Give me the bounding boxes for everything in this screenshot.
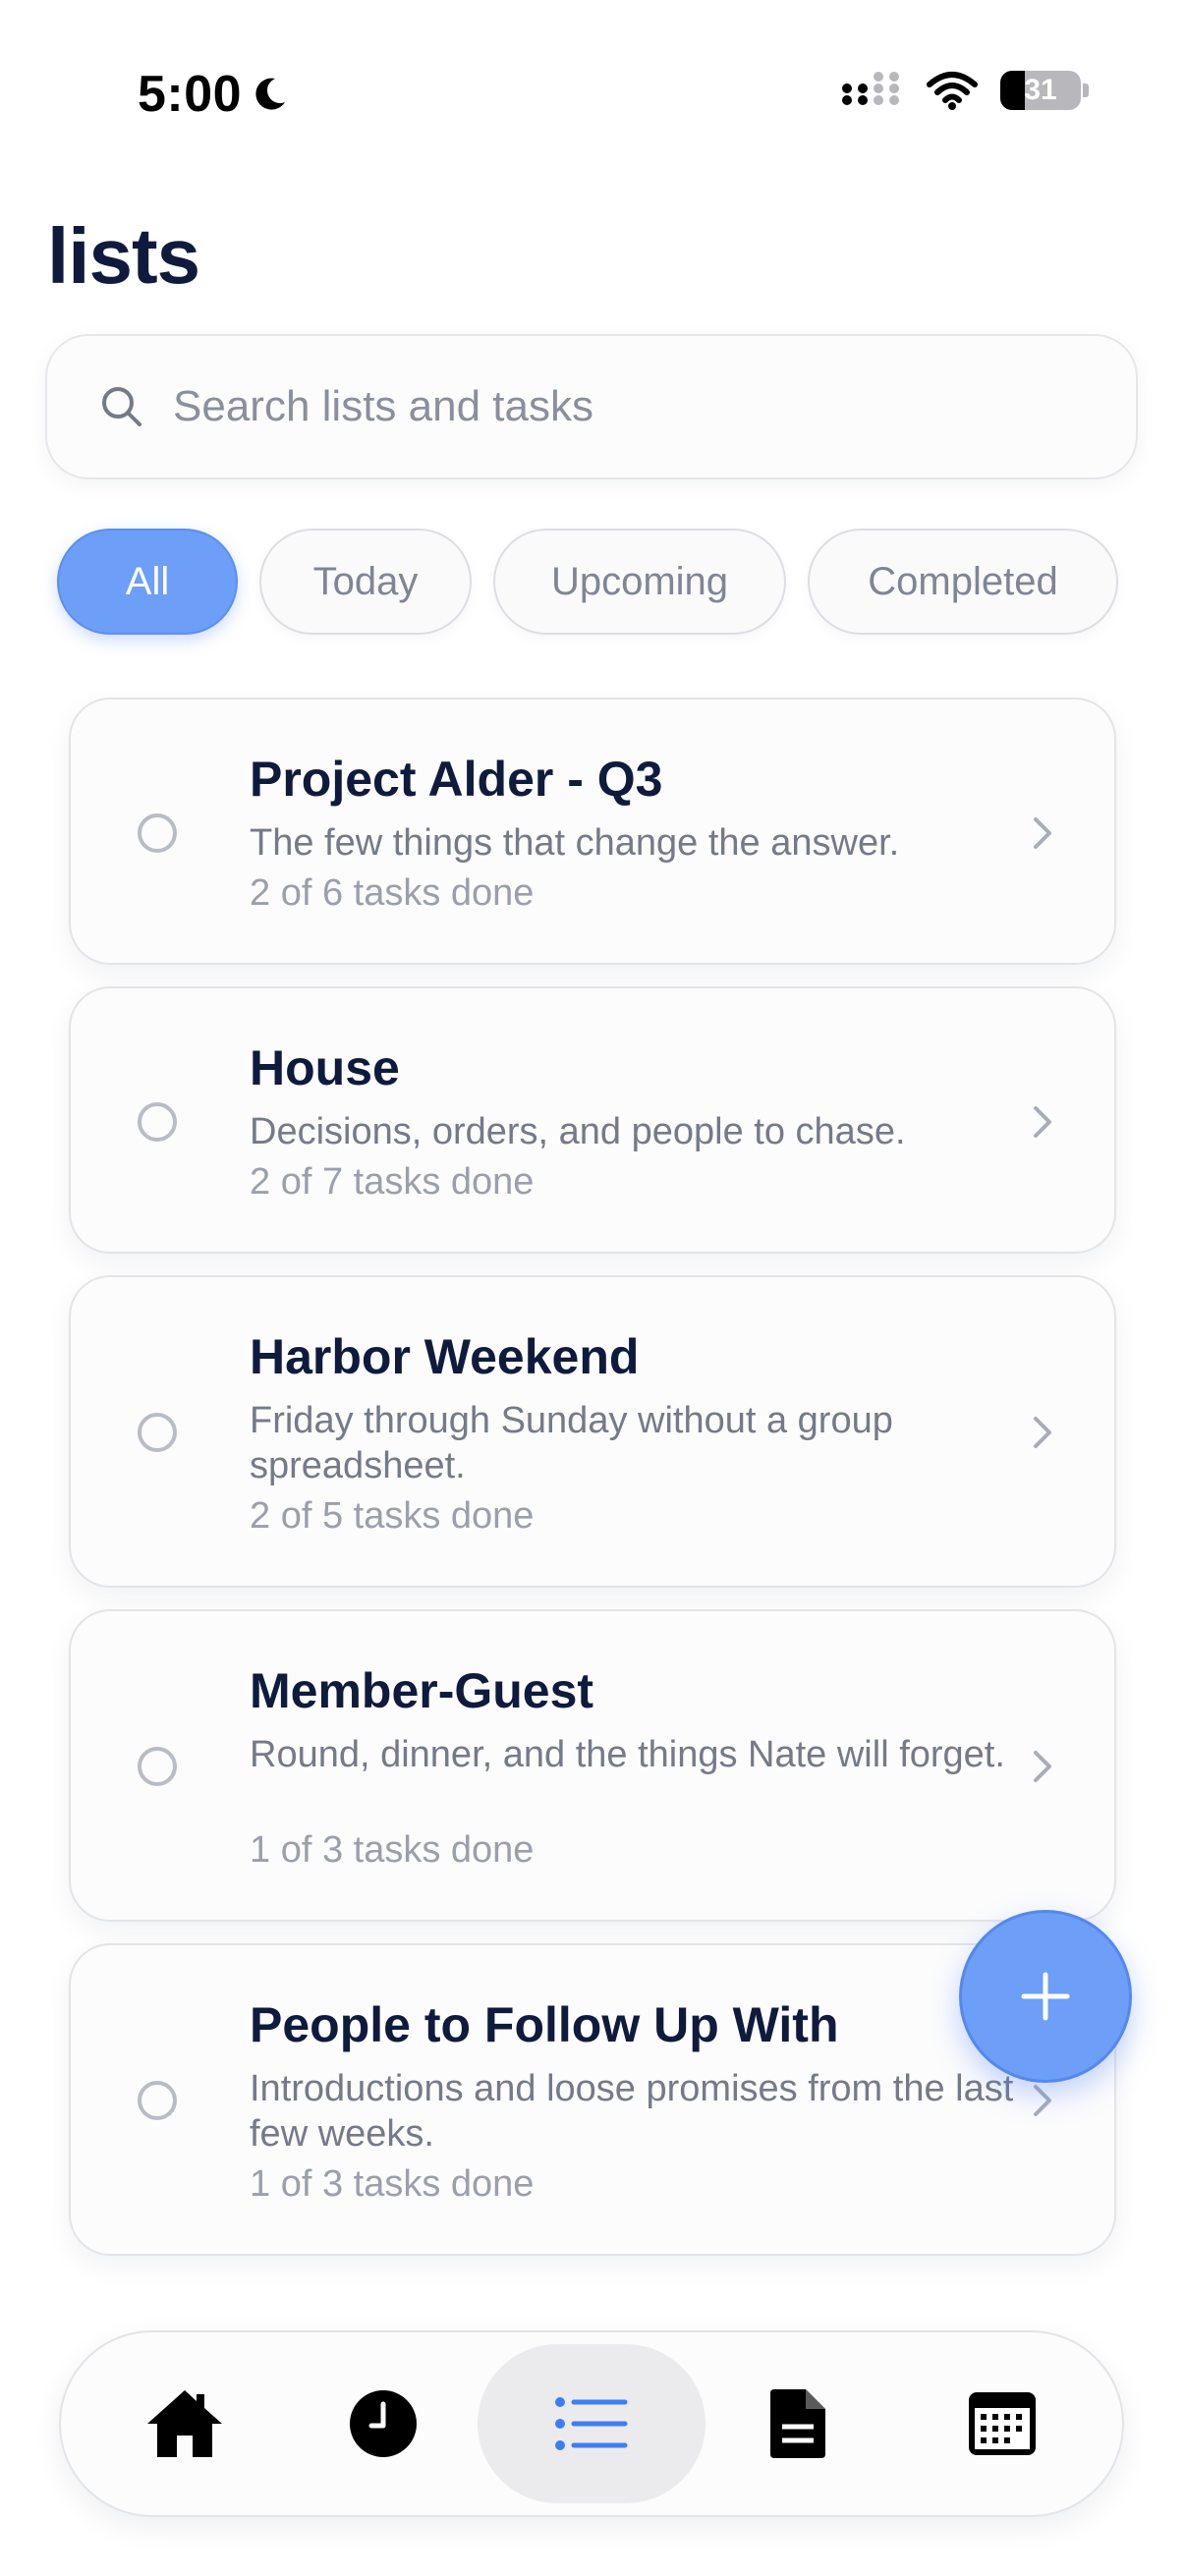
complete-toggle[interactable] bbox=[138, 1747, 177, 1786]
chevron-right-icon bbox=[1034, 817, 1051, 849]
tab-bar bbox=[59, 2330, 1124, 2517]
battery-cap bbox=[1083, 84, 1089, 97]
list-progress: 1 of 3 tasks done bbox=[250, 1829, 535, 1871]
cellular-signal-icon bbox=[842, 72, 899, 105]
list-description: Decisions, orders, and people to chase. bbox=[250, 1111, 906, 1152]
chevron-right-icon bbox=[1034, 1751, 1051, 1782]
list-title: House bbox=[250, 1040, 400, 1095]
status-bar: 5:00 31 bbox=[0, 0, 1185, 187]
moon-icon bbox=[255, 78, 286, 110]
complete-toggle[interactable] bbox=[138, 2081, 177, 2120]
tab-documents[interactable] bbox=[684, 2344, 912, 2503]
list-progress: 1 of 3 tasks done bbox=[250, 2163, 535, 2205]
clock-icon bbox=[350, 2390, 417, 2457]
status-icons: 31 bbox=[841, 71, 1089, 110]
battery-icon: 31 bbox=[1000, 71, 1081, 110]
battery-level: 31 bbox=[1024, 74, 1057, 106]
search-icon bbox=[102, 387, 141, 426]
status-time: 5:00 bbox=[138, 65, 289, 124]
search-bar[interactable] bbox=[45, 334, 1138, 479]
list-description: The few things that change the answer. bbox=[250, 822, 900, 864]
chevron-right-icon bbox=[1034, 1417, 1051, 1448]
list-card[interactable]: Project Alder - Q3 The few things that c… bbox=[69, 698, 1116, 965]
list-description: Introductions and loose promises from th… bbox=[250, 2068, 1014, 2155]
document-icon bbox=[770, 2389, 825, 2458]
tab-home[interactable] bbox=[71, 2344, 299, 2503]
list-icon bbox=[555, 2397, 628, 2450]
complete-toggle[interactable] bbox=[138, 1413, 177, 1452]
filter-chip-all[interactable]: All bbox=[57, 529, 238, 635]
list-card[interactable]: Harbor Weekend Friday through Sunday wit… bbox=[69, 1275, 1116, 1588]
plus-icon bbox=[1021, 1972, 1070, 2021]
list-card[interactable]: House Decisions, orders, and people to c… bbox=[69, 986, 1116, 1254]
tab-clock[interactable] bbox=[269, 2344, 497, 2503]
filter-chip-upcoming[interactable]: Upcoming bbox=[493, 529, 786, 635]
search-input[interactable] bbox=[171, 381, 1059, 432]
list-title: Member-Guest bbox=[250, 1663, 594, 1718]
list-progress: 2 of 6 tasks done bbox=[250, 872, 535, 914]
complete-toggle[interactable] bbox=[138, 813, 177, 853]
list-title: People to Follow Up With bbox=[250, 1997, 839, 2052]
calendar-icon bbox=[969, 2392, 1036, 2455]
list-title: Harbor Weekend bbox=[250, 1329, 640, 1384]
complete-toggle[interactable] bbox=[138, 1102, 177, 1142]
battery-fill bbox=[1000, 71, 1026, 110]
add-list-button[interactable] bbox=[959, 1910, 1132, 2083]
chevron-right-icon bbox=[1034, 1106, 1051, 1138]
status-time-text: 5:00 bbox=[138, 66, 243, 123]
filter-chip-today[interactable]: Today bbox=[259, 529, 472, 635]
list-title: Project Alder - Q3 bbox=[250, 752, 663, 807]
list-progress: 2 of 7 tasks done bbox=[250, 1161, 535, 1203]
filter-chips: All Today Upcoming Completed bbox=[57, 529, 1118, 635]
tab-calendar[interactable] bbox=[888, 2344, 1116, 2503]
page-title: lists bbox=[47, 212, 200, 300]
list-card[interactable]: Member-Guest Round, dinner, and the thin… bbox=[69, 1609, 1116, 1922]
filter-chip-completed[interactable]: Completed bbox=[808, 529, 1118, 635]
home-icon bbox=[147, 2390, 222, 2457]
wifi-icon bbox=[927, 72, 978, 110]
list-description: Round, dinner, and the things Nate will … bbox=[250, 1734, 1005, 1775]
list-description: Friday through Sunday without a group sp… bbox=[250, 1400, 893, 1486]
list-progress: 2 of 5 tasks done bbox=[250, 1495, 535, 1537]
chevron-right-icon bbox=[1034, 2085, 1051, 2116]
battery-indicator: 31 bbox=[1000, 71, 1089, 110]
tab-lists[interactable] bbox=[478, 2344, 705, 2503]
